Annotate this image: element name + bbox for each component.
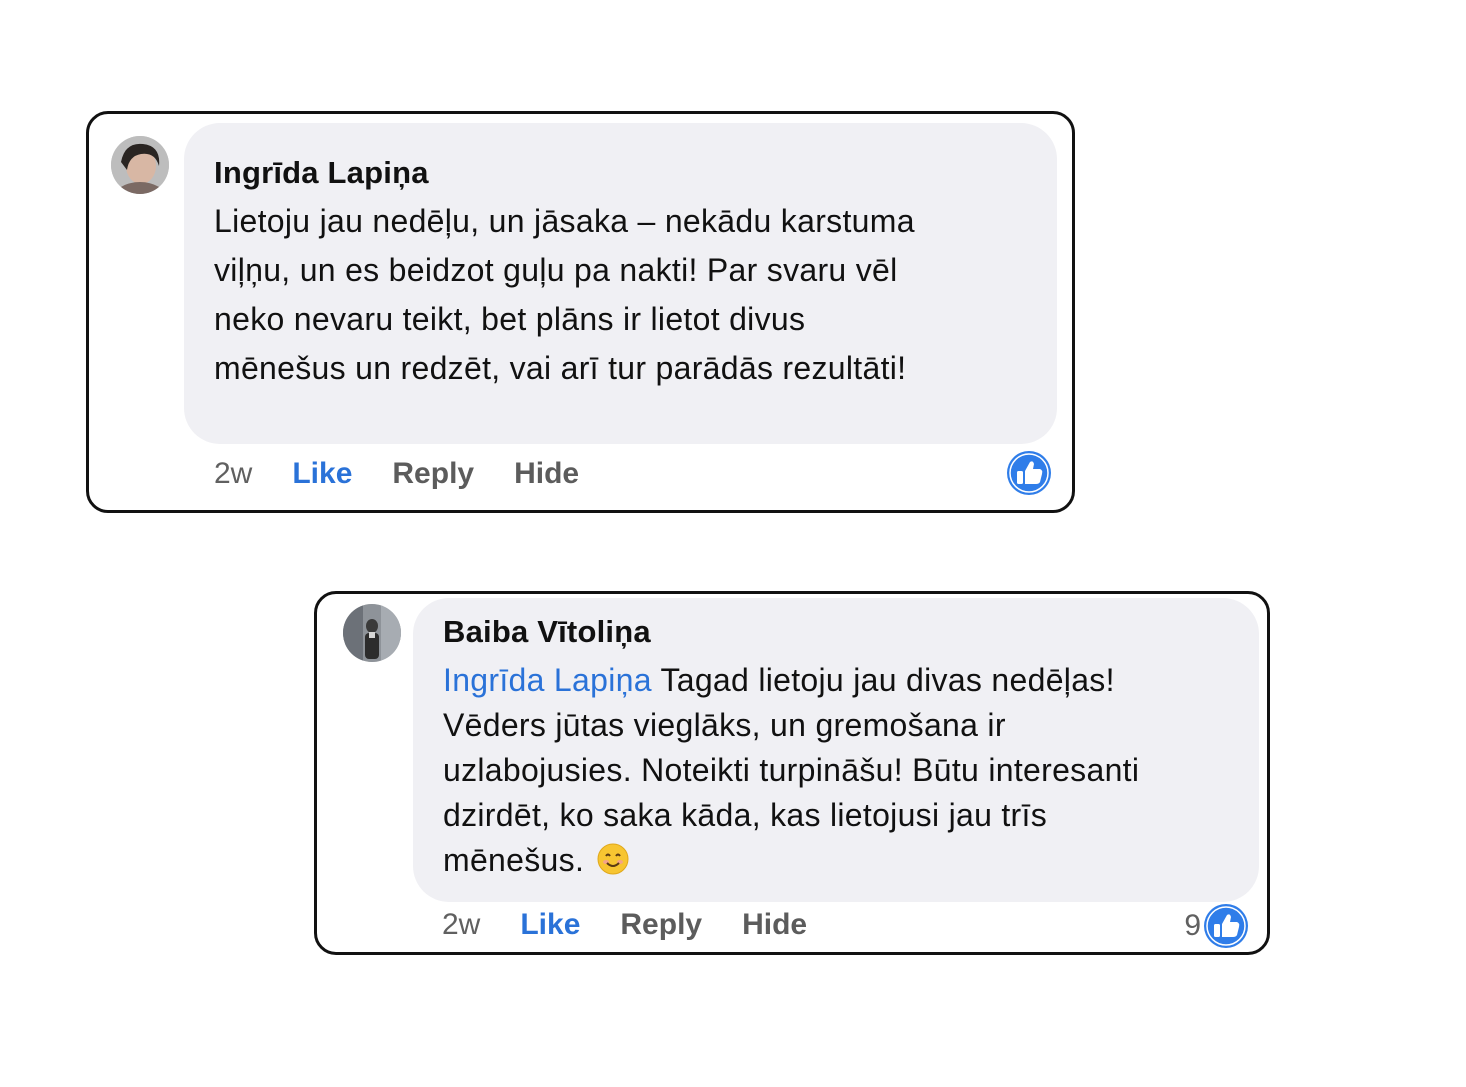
avatar[interactable] [343, 604, 401, 662]
thumbs-up-icon [1007, 451, 1051, 495]
avatar[interactable] [111, 136, 169, 194]
hide-button[interactable]: Hide [742, 908, 807, 942]
hide-button[interactable]: Hide [514, 457, 579, 491]
timestamp[interactable]: 2w [442, 908, 480, 942]
user-photo-icon [111, 136, 169, 194]
comment-bubble: Ingrīda Lapiņa Lietoju jau nedēļu, un jā… [184, 123, 1057, 444]
comment-author[interactable]: Ingrīda Lapiņa [214, 153, 1027, 193]
comment-bubble: Baiba Vītoliņa Ingrīda Lapiņa Tagad liet… [413, 598, 1259, 902]
reply-button[interactable]: Reply [620, 908, 702, 942]
like-button[interactable]: Like [520, 908, 580, 942]
thumbs-up-icon [1204, 904, 1248, 948]
reply-button[interactable]: Reply [392, 457, 474, 491]
like-button[interactable]: Like [292, 457, 352, 491]
comment-card: Ingrīda Lapiņa Lietoju jau nedēļu, un jā… [86, 111, 1075, 513]
reaction-count: 9 [1184, 909, 1201, 942]
comment-actions: 2w Like Reply Hide [442, 908, 807, 942]
smiling-face-icon [597, 842, 629, 887]
comment-text: Lietoju jau nedēļu, un jāsaka – nekādu k… [214, 197, 944, 393]
timestamp[interactable]: 2w [214, 457, 252, 491]
reaction-summary[interactable]: 9 [1184, 903, 1249, 949]
reaction-summary[interactable] [1004, 450, 1052, 496]
mention-link[interactable]: Ingrīda Lapiņa [443, 662, 652, 698]
user-photo-icon [343, 604, 401, 662]
comment-body: Lietoju jau nedēļu, un jāsaka – nekādu k… [214, 203, 915, 386]
comment-actions: 2w Like Reply Hide [214, 457, 579, 491]
comment-author[interactable]: Baiba Vītoliņa [443, 612, 1229, 652]
comment-text: Ingrīda Lapiņa Tagad lietoju jau divas n… [443, 658, 1163, 887]
comment-card: Baiba Vītoliņa Ingrīda Lapiņa Tagad liet… [314, 591, 1270, 955]
